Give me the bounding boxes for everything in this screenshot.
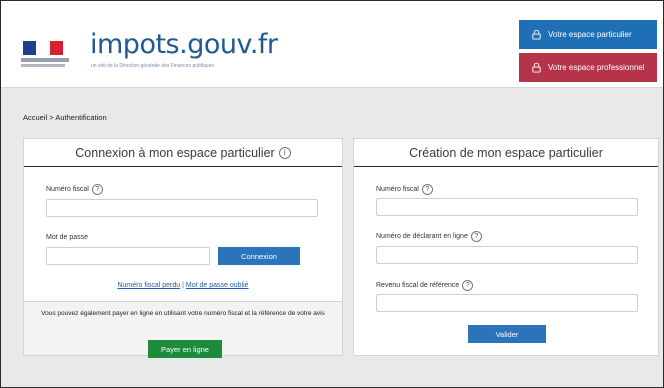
help-icon[interactable]: ?: [91, 184, 103, 195]
revenu-label: Revenu fiscal de référence ?: [376, 280, 474, 291]
breadcrumb-current: Authentification: [55, 113, 107, 122]
login-fiscal-label-text: Numéro fiscal: [46, 186, 89, 193]
site-subtitle: un site de la Direction générale des Fin…: [91, 63, 214, 69]
valider-button[interactable]: Valider: [468, 325, 546, 343]
espace-professionnel-button[interactable]: Votre espace professionnel: [519, 53, 657, 82]
revenu-label-text: Revenu fiscal de référence: [376, 282, 460, 289]
creation-title-text: Création de mon espace particulier: [409, 145, 603, 160]
creation-fiscal-label: Numéro fiscal ?: [376, 184, 433, 195]
info-icon[interactable]: i: [278, 146, 291, 159]
browser-frame: impots.gouv.fr un site de la Direction g…: [0, 0, 664, 388]
creation-panel: Création de mon espace particulier Numér…: [353, 138, 659, 356]
connexion-button[interactable]: Connexion: [218, 247, 300, 265]
pay-online-button[interactable]: Payer en ligne: [148, 340, 222, 358]
declarant-input[interactable]: [376, 246, 638, 264]
espace-professionnel-label: Votre espace professionnel: [548, 63, 645, 72]
lock-icon: [532, 62, 541, 73]
espace-particulier-label: Votre espace particulier: [548, 30, 632, 39]
espace-particulier-button[interactable]: Votre espace particulier: [519, 20, 657, 49]
revenu-input[interactable]: [376, 294, 638, 312]
login-title-text: Connexion à mon espace particulier: [75, 145, 275, 160]
flag-white-stripe: [36, 41, 50, 55]
flag-red-stripe: [49, 41, 63, 55]
help-icon[interactable]: ?: [421, 184, 433, 195]
breadcrumb-home-link[interactable]: Accueil: [23, 113, 47, 122]
pay-online-box: Vous pouvez également payer en ligne en …: [23, 302, 343, 358]
lost-fiscal-number-link[interactable]: Numéro fiscal perdu: [117, 282, 180, 289]
logo-caption-line: [21, 64, 65, 67]
link-separator: |: [182, 282, 184, 289]
site-logo[interactable]: impots.gouv.fr: [90, 29, 278, 60]
creation-fiscal-label-text: Numéro fiscal: [376, 186, 419, 193]
login-fiscal-input[interactable]: [46, 199, 318, 217]
login-help-links: Numéro fiscal perdu | Mot de passe oubli…: [24, 282, 342, 289]
login-password-label-text: Mot de passe: [46, 234, 89, 241]
creation-fiscal-input[interactable]: [376, 198, 638, 216]
declarant-label: Numéro de déclarant en ligne ?: [376, 231, 482, 242]
lock-icon: [532, 29, 541, 40]
site-header: impots.gouv.fr un site de la Direction g…: [1, 1, 663, 88]
republique-francaise-logo[interactable]: [23, 41, 63, 55]
login-panel: Connexion à mon espace particulier i Num…: [23, 138, 343, 302]
logo-caption-line: [21, 58, 69, 62]
login-fiscal-label: Numéro fiscal ?: [46, 184, 103, 195]
creation-panel-title: Création de mon espace particulier: [354, 139, 658, 167]
login-panel-title: Connexion à mon espace particulier i: [24, 139, 342, 167]
help-icon[interactable]: ?: [462, 280, 474, 291]
flag-blue-stripe: [23, 41, 37, 55]
login-password-label: Mot de passe: [46, 234, 88, 241]
pay-online-text: Vous pouvez également payer en ligne en …: [41, 310, 325, 317]
login-password-input[interactable]: [46, 247, 210, 265]
breadcrumb-separator: >: [49, 113, 54, 122]
breadcrumb: Accueil > Authentification: [23, 113, 107, 122]
help-icon[interactable]: ?: [470, 231, 482, 242]
declarant-label-text: Numéro de déclarant en ligne: [376, 233, 468, 240]
forgot-password-link[interactable]: Mot de passe oublié: [186, 282, 249, 289]
